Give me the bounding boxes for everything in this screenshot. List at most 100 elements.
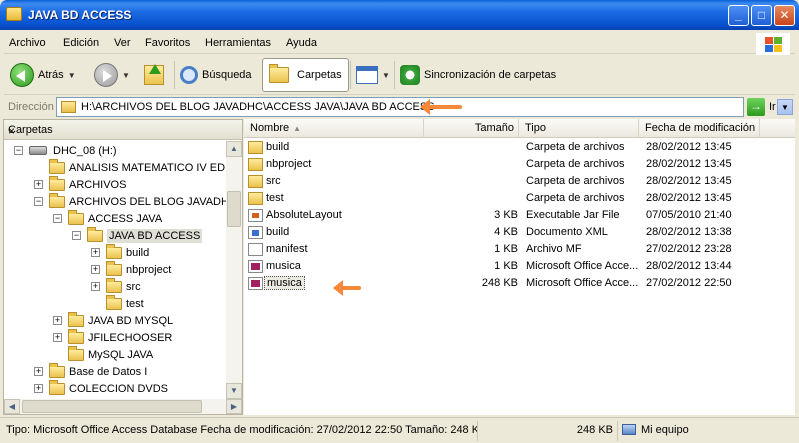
- chevron-down-icon[interactable]: ▼: [382, 71, 390, 80]
- file-type: Carpeta de archivos: [526, 175, 625, 187]
- file-size: 248 KB: [481, 277, 518, 289]
- menu-herramientas[interactable]: Herramientas: [205, 37, 271, 49]
- close-icon[interactable]: ×: [8, 124, 15, 138]
- file-type: Microsoft Office Acce...: [526, 260, 639, 272]
- folder-icon: [49, 175, 65, 191]
- expand-icon[interactable]: +: [91, 248, 100, 257]
- tree-item[interactable]: − ACCESS JAVA: [53, 209, 162, 227]
- file-list: Nombre ▲ Tamaño Tipo Fecha de modificació…: [244, 119, 795, 415]
- column-headers: Nombre ▲ Tamaño Tipo Fecha de modificació…: [244, 119, 795, 138]
- collapse-icon[interactable]: −: [72, 231, 81, 240]
- forward-button[interactable]: ▼: [94, 58, 130, 92]
- jar-icon: [248, 209, 263, 222]
- file-type: Executable Jar File: [526, 209, 620, 221]
- toolbar-separator: [394, 61, 395, 89]
- tree-item-drive[interactable]: − DHC_08 (H:): [14, 142, 117, 159]
- tree-item[interactable]: + ARCHIVOS: [34, 175, 126, 193]
- sync-folders-button[interactable]: Sincronización de carpetas: [400, 58, 556, 92]
- collapse-icon[interactable]: −: [53, 214, 62, 223]
- table-row[interactable]: test Carpeta de archivos 28/02/2012 13:4…: [244, 190, 764, 207]
- scroll-right-icon[interactable]: ▶: [226, 399, 242, 414]
- folders-button[interactable]: Carpetas: [262, 58, 349, 92]
- go-arrow-icon: →: [747, 98, 765, 116]
- address-label: Dirección: [8, 101, 54, 113]
- file-type: Microsoft Office Acce...: [526, 277, 639, 289]
- expand-icon[interactable]: +: [53, 333, 62, 342]
- tree-item[interactable]: + src: [91, 277, 141, 295]
- chevron-down-icon[interactable]: ▼: [68, 71, 76, 80]
- close-button[interactable]: ✕: [774, 5, 795, 26]
- expand-icon[interactable]: +: [34, 180, 43, 189]
- back-button[interactable]: Atrás ▼: [10, 58, 76, 92]
- table-row[interactable]: src Carpeta de archivos 28/02/2012 13:45: [244, 173, 764, 190]
- scroll-thumb[interactable]: [22, 400, 202, 413]
- column-header-modified[interactable]: Fecha de modificación: [639, 119, 760, 138]
- table-row-selected[interactable]: musica 248 KB Microsoft Office Acce... 2…: [244, 275, 764, 292]
- go-button[interactable]: → Ir: [747, 97, 793, 117]
- column-header-label: Nombre: [250, 122, 290, 134]
- tree-item[interactable]: + JFILECHOOSER: [53, 328, 173, 346]
- folder-icon: [49, 379, 65, 395]
- tree-item-label: JFILECHOOSER: [88, 331, 173, 344]
- menu-bar: Archivo Edición Ver Favoritos Herramient…: [4, 32, 795, 54]
- file-modified: 07/05/2010 21:40: [646, 209, 732, 221]
- scroll-thumb[interactable]: [227, 191, 241, 227]
- tree-item[interactable]: − ARCHIVOS DEL BLOG JAVADHC: [34, 192, 226, 210]
- column-header-name[interactable]: Nombre ▲: [244, 119, 424, 138]
- file-name: build: [266, 226, 290, 238]
- search-button[interactable]: Búsqueda: [180, 58, 252, 92]
- collapse-icon[interactable]: −: [34, 197, 43, 206]
- views-button[interactable]: ▼: [356, 58, 390, 92]
- table-row[interactable]: nbproject Carpeta de archivos 28/02/2012…: [244, 156, 764, 173]
- tree-item-label: JAVA BD ACCESS: [107, 228, 203, 243]
- tree-item[interactable]: + build: [91, 243, 149, 261]
- tree-item[interactable]: ANALISIS MATEMATICO IV EDUA: [49, 158, 226, 176]
- scroll-down-icon[interactable]: ▼: [226, 383, 242, 399]
- chevron-down-icon[interactable]: ▼: [122, 71, 130, 80]
- expand-icon[interactable]: +: [34, 367, 43, 376]
- column-header-size[interactable]: Tamaño: [424, 119, 519, 138]
- tree-item[interactable]: + JAVA BD MYSQL: [53, 311, 173, 329]
- expand-icon[interactable]: +: [53, 316, 62, 325]
- status-location: Mi equipo: [618, 421, 796, 441]
- menu-edicion[interactable]: Edición: [63, 37, 99, 49]
- file-name: manifest: [266, 243, 308, 255]
- maximize-button[interactable]: □: [751, 5, 772, 26]
- file-modified: 28/02/2012 13:44: [646, 260, 732, 272]
- expand-icon[interactable]: +: [91, 265, 100, 274]
- expand-icon[interactable]: +: [91, 282, 100, 291]
- horizontal-scrollbar[interactable]: ◀ ▶: [4, 399, 242, 414]
- folder-icon: [248, 158, 263, 171]
- table-row[interactable]: build 4 KB Documento XML 28/02/2012 13:3…: [244, 224, 764, 241]
- menu-favoritos[interactable]: Favoritos: [145, 37, 190, 49]
- file-type: Documento XML: [526, 226, 608, 238]
- column-header-type[interactable]: Tipo: [519, 119, 639, 138]
- tree-item[interactable]: test: [106, 294, 144, 312]
- scroll-up-icon[interactable]: ▲: [226, 141, 242, 157]
- collapse-icon[interactable]: −: [14, 146, 23, 155]
- table-row[interactable]: manifest 1 KB Archivo MF 27/02/2012 23:2…: [244, 241, 764, 258]
- tree-item[interactable]: + nbproject: [91, 260, 171, 278]
- address-path: H:\ARCHIVOS DEL BLOG JAVADHC\ACCESS JAVA…: [81, 101, 435, 113]
- address-input[interactable]: H:\ARCHIVOS DEL BLOG JAVADHC\ACCESS JAVA…: [56, 97, 793, 117]
- vertical-scrollbar[interactable]: ▲ ▼: [226, 141, 242, 399]
- table-row[interactable]: musica 1 KB Microsoft Office Acce... 28/…: [244, 258, 764, 275]
- folder-icon: [106, 243, 122, 259]
- tree-item-selected[interactable]: − JAVA BD ACCESS: [72, 226, 203, 244]
- tree-item[interactable]: + Base de Datos I: [34, 362, 147, 380]
- tree-item[interactable]: MySQL JAVA: [68, 345, 153, 363]
- minimize-button[interactable]: _: [728, 5, 749, 26]
- table-row[interactable]: AbsoluteLayout 3 KB Executable Jar File …: [244, 207, 764, 224]
- table-row[interactable]: build Carpeta de archivos 28/02/2012 13:…: [244, 139, 764, 156]
- expand-icon[interactable]: +: [34, 384, 43, 393]
- file-modified: 28/02/2012 13:45: [646, 158, 732, 170]
- toolbar: Atrás ▼ ▼ Búsqueda Carpetas ▼ Sincroniza…: [4, 55, 795, 95]
- tree-item[interactable]: + COLECCION DVDS: [34, 379, 168, 397]
- scroll-left-icon[interactable]: ◀: [4, 399, 20, 414]
- forward-arrow-icon: [94, 63, 118, 87]
- up-folder-button[interactable]: [144, 58, 164, 92]
- menu-ayuda[interactable]: Ayuda: [286, 37, 317, 49]
- file-size: 1 KB: [494, 243, 518, 255]
- menu-ver[interactable]: Ver: [114, 37, 131, 49]
- menu-archivo[interactable]: Archivo: [9, 37, 46, 49]
